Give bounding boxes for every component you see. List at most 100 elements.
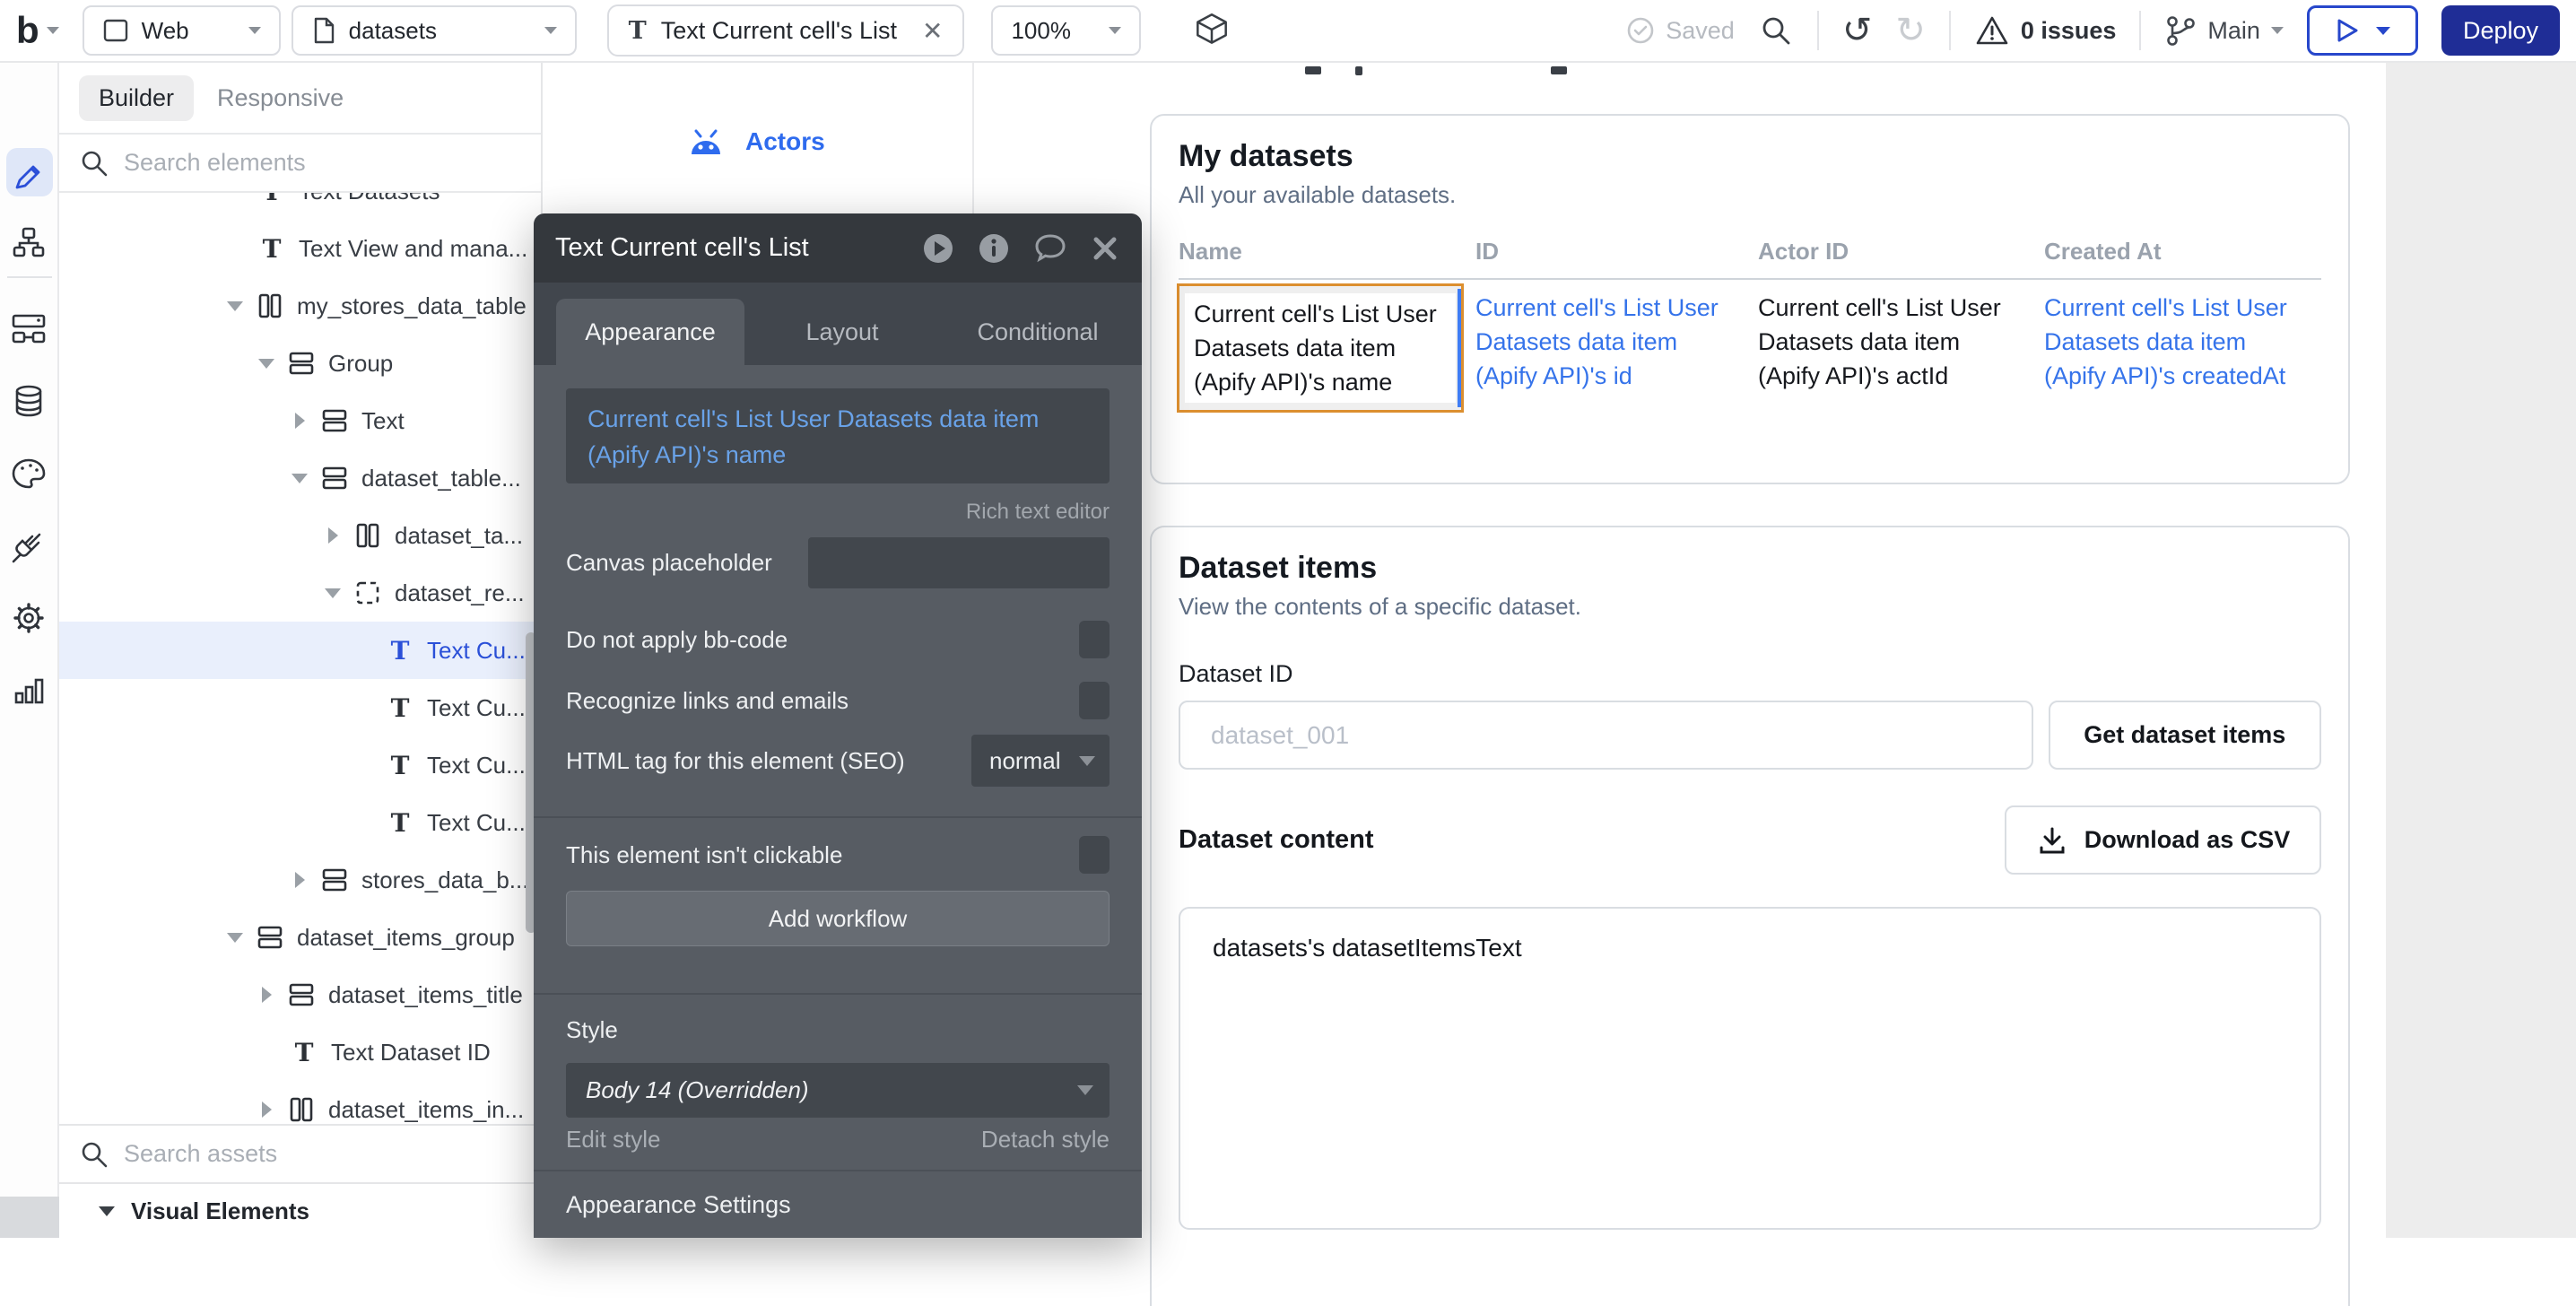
tree-item-text-datasets[interactable]: T Text Datasets	[59, 193, 541, 220]
run-workflow-icon[interactable]	[921, 231, 955, 266]
dataset-id-input[interactable]	[1179, 701, 2033, 770]
styles-palette-icon[interactable]	[10, 456, 48, 492]
html-tag-dropdown[interactable]: normal	[971, 735, 1110, 787]
group-element-icon	[320, 466, 349, 491]
appearance-settings-header[interactable]: Appearance Settings	[566, 1191, 1110, 1219]
design-pencil-icon[interactable]	[11, 154, 47, 190]
rich-text-editor-link[interactable]: Rich text editor	[566, 500, 1110, 525]
search-assets-input[interactable]	[124, 1140, 465, 1168]
check-circle-icon	[1624, 14, 1657, 47]
workflow-sitemap-icon[interactable]	[11, 224, 47, 260]
inspector-header[interactable]: Text Current cell's List	[534, 213, 1142, 283]
caret-down-icon[interactable]	[257, 359, 275, 369]
tree-item-text-current[interactable]: T Text Cu...	[59, 794, 541, 851]
not-clickable-checkbox[interactable]	[1079, 836, 1110, 874]
deploy-button[interactable]: Deploy	[2441, 5, 2560, 56]
caret-right-icon[interactable]	[257, 1101, 275, 1118]
tree-item-dataset-re[interactable]: dataset_re...	[59, 564, 541, 622]
page-dropdown[interactable]: datasets	[292, 5, 577, 56]
search-icon[interactable]	[1758, 13, 1794, 48]
undo-icon[interactable]: ↺	[1842, 13, 1873, 48]
platform-dropdown[interactable]: Web	[83, 5, 281, 56]
html-tag-value: normal	[989, 747, 1060, 775]
caret-right-icon[interactable]	[291, 872, 309, 888]
caret-down-icon[interactable]	[226, 301, 244, 311]
redo-icon[interactable]: ↻	[1895, 13, 1926, 48]
tree-item-text-current[interactable]: T Text Cu...	[59, 679, 541, 736]
detach-style-link[interactable]: Detach style	[981, 1126, 1110, 1154]
app-logo[interactable]: b	[16, 12, 59, 49]
branch-selector[interactable]: Main	[2164, 13, 2284, 48]
get-dataset-items-button[interactable]: Get dataset items	[2049, 701, 2321, 770]
text-element-icon: T	[386, 693, 414, 723]
cell-id-value[interactable]: Current cell's List User Datasets data i…	[1475, 291, 1758, 413]
add-workflow-button[interactable]: Add workflow	[566, 891, 1110, 946]
caret-right-icon[interactable]	[291, 413, 309, 429]
tab-responsive[interactable]: Responsive	[217, 84, 344, 112]
caret-down-icon[interactable]	[324, 588, 342, 598]
info-icon[interactable]	[977, 231, 1011, 266]
search-elements-input[interactable]	[124, 149, 465, 177]
tab-builder[interactable]: Builder	[79, 75, 194, 121]
canvas-placeholder-input[interactable]	[808, 537, 1110, 588]
reusable-elements-icon[interactable]	[10, 310, 48, 346]
component-cube-icon[interactable]	[1191, 10, 1232, 51]
my-datasets-card: My datasets All your available datasets.…	[1150, 114, 2350, 484]
edit-style-link[interactable]: Edit style	[566, 1126, 661, 1154]
download-csv-button[interactable]: Download as CSV	[2005, 805, 2321, 875]
visual-elements-header[interactable]: Visual Elements	[59, 1184, 541, 1238]
zoom-level: 100%	[1011, 17, 1071, 45]
tree-item-text-group[interactable]: Text	[59, 392, 541, 449]
caret-down-icon[interactable]	[291, 474, 309, 483]
preview-button[interactable]	[2307, 5, 2418, 56]
search-icon	[79, 148, 109, 178]
tree-item-dataset-table[interactable]: dataset_table...	[59, 449, 541, 507]
tree-item-group[interactable]: Group	[59, 335, 541, 392]
tree-item-dataset-items-title[interactable]: dataset_items_title	[59, 966, 541, 1023]
logs-chart-icon[interactable]	[11, 672, 47, 708]
tab-layout[interactable]: Layout	[744, 299, 940, 365]
recognize-links-checkbox[interactable]	[1079, 682, 1110, 719]
divider	[1949, 11, 1951, 50]
tree-item-stores-data-b[interactable]: stores_data_b...	[59, 851, 541, 909]
tab-conditional[interactable]: Conditional	[940, 299, 1136, 365]
tree-item-dataset-items-in[interactable]: dataset_items_in...	[59, 1081, 541, 1122]
tree-item-dataset-items-group[interactable]: dataset_items_group	[59, 909, 541, 966]
tree-item-text-current[interactable]: T Text Cu...	[59, 736, 541, 794]
zoom-dropdown[interactable]: 100%	[991, 5, 1141, 56]
close-tab-icon[interactable]: ✕	[922, 16, 943, 46]
chevron-down-icon[interactable]	[2376, 27, 2390, 35]
tree-item-text-current-selected[interactable]: T Text Cu...	[59, 622, 541, 679]
tree-item-text-view[interactable]: T Text View and mana...	[59, 220, 541, 277]
plugins-plug-icon[interactable]	[10, 527, 48, 565]
tree-item-my-stores-data-table[interactable]: my_stores_data_table	[59, 277, 541, 335]
dataset-content-box[interactable]: datasets's datasetItemsText	[1179, 907, 2321, 1230]
divider	[7, 276, 52, 278]
style-dropdown[interactable]: Body 14 (Overridden)	[566, 1063, 1110, 1118]
cell-actor-id-value[interactable]: Current cell's List User Datasets data i…	[1758, 291, 2044, 413]
caret-right-icon[interactable]	[257, 987, 275, 1003]
issues-indicator[interactable]: 0 issues	[1974, 13, 2117, 48]
bb-code-checkbox[interactable]	[1079, 621, 1110, 658]
property-inspector[interactable]: Text Current cell's List Appearance Layo…	[534, 213, 1142, 1238]
table-row: Current cell's List User Datasets data i…	[1179, 291, 2321, 413]
tab-appearance[interactable]: Appearance	[556, 299, 744, 365]
tree-item-dataset-ta[interactable]: dataset_ta...	[59, 507, 541, 564]
settings-gear-icon[interactable]	[10, 599, 48, 637]
style-value: Body 14 (Overridden)	[586, 1076, 809, 1104]
tree-item-text-dataset-id[interactable]: T Text Dataset ID	[59, 1023, 541, 1081]
selection-edge-handle[interactable]	[1458, 289, 1461, 407]
rail-footer-block	[0, 1197, 59, 1238]
rich-text-expression[interactable]: Current cell's List User Datasets data i…	[566, 388, 1110, 483]
page-sidebar-item-actors[interactable]: Actors	[686, 126, 825, 158]
cell-created-at-value[interactable]: Current cell's List User Datasets data i…	[2044, 291, 2321, 413]
search-elements-bar	[59, 133, 541, 193]
caret-down-icon[interactable]	[226, 933, 244, 943]
selected-element-outline[interactable]: Current cell's List User Datasets data i…	[1177, 283, 1464, 413]
caret-right-icon[interactable]	[324, 527, 342, 544]
comment-bubble-icon[interactable]	[1032, 231, 1068, 266]
close-icon[interactable]	[1090, 233, 1120, 264]
browser-window-icon	[102, 17, 129, 44]
database-icon[interactable]	[11, 383, 47, 421]
open-element-tab[interactable]: T Text Current cell's List ✕	[607, 4, 965, 57]
